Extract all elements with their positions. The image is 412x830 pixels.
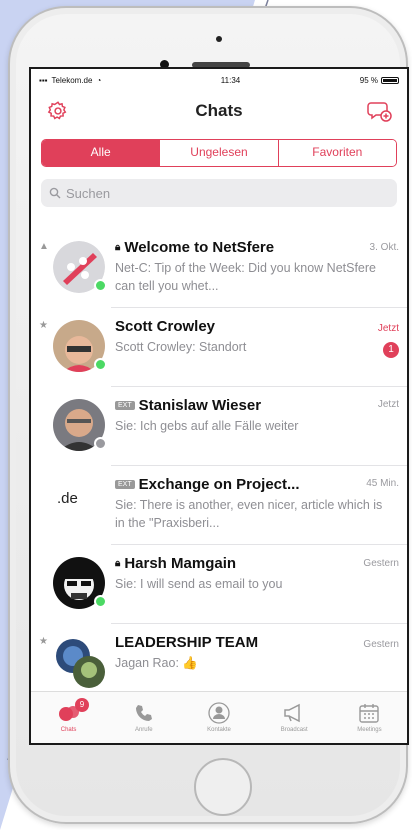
search-icon [49, 187, 61, 199]
chat-title: LEADERSHIP TEAM [115, 634, 259, 651]
new-chat-icon [367, 102, 392, 122]
tab-contacts[interactable]: Kontakte [181, 692, 256, 743]
chat-row[interactable]: ▲ 🔒︎ Welcome to NetSfere 3. Okt. Net-C: T… [31, 229, 407, 308]
online-status-icon [94, 279, 107, 292]
search-placeholder: Suchen [66, 185, 111, 201]
lock-icon: 🔒︎ [115, 242, 121, 253]
chat-preview: Scott Crowley: Standort [115, 340, 247, 354]
contacts-icon [206, 702, 232, 724]
calendar-icon [356, 702, 382, 724]
battery-indicator: 95 % [360, 76, 399, 85]
chat-row[interactable]: EXT Stanislaw Wieser Jetzt Sie: Ich gebs … [31, 387, 407, 466]
settings-button[interactable] [45, 98, 71, 124]
gear-icon [47, 101, 67, 120]
chat-row[interactable]: ★ LEADERSHIP TEAM Gestern Jagan Rao: 👍 [31, 624, 407, 691]
external-tag: EXT [115, 480, 135, 489]
tab-meetings[interactable]: Meetings [332, 692, 407, 743]
chat-preview: Sie: Ich gebs auf alle Fälle weiter [115, 419, 299, 433]
tab-bar: 9 Chats Anrufe Kontakte Broadcast Meetin… [31, 691, 407, 743]
tab-chats[interactable]: 9 Chats [31, 692, 106, 743]
chat-title: Scott Crowley [115, 318, 216, 335]
tab-broadcast[interactable]: Broadcast [257, 692, 332, 743]
tab-calls[interactable]: Anrufe [106, 692, 181, 743]
segment-unread[interactable]: Ungelesen [160, 140, 279, 166]
navigation-bar: Chats [31, 91, 407, 131]
battery-icon [380, 76, 399, 84]
signal-icon: ▪▪▪ [39, 75, 48, 85]
chat-time: Gestern [363, 639, 399, 650]
chat-time: Jetzt [377, 399, 399, 410]
carrier-label: Telekom.de [51, 75, 93, 85]
page-title: Chats [195, 101, 243, 120]
chat-preview: Jagan Rao: 👍 [115, 656, 198, 670]
search-input[interactable]: Suchen [41, 179, 397, 207]
tab-badge: 9 [75, 698, 89, 712]
lock-icon: 🔒︎ [115, 558, 121, 569]
chat-time: Jetzt [377, 323, 399, 334]
tab-label: Anrufe [134, 727, 153, 733]
new-chat-button[interactable] [367, 98, 393, 124]
unread-badge: 1 [383, 342, 399, 358]
home-button[interactable] [194, 758, 252, 816]
chat-preview: Net-C: Tip of the Week: Did you know Net… [115, 261, 376, 293]
wifi-icon: ◔ [96, 75, 102, 85]
chat-title: Stanislaw Wieser [138, 397, 262, 414]
proximity-sensor [216, 36, 222, 42]
chat-time: 3. Okt. [369, 242, 399, 253]
group-avatar [53, 636, 105, 688]
segment-all[interactable]: Alle [42, 140, 161, 166]
chat-preview: Sie: I will send as email to you [115, 577, 283, 591]
chat-row[interactable]: .de EXT Exchange on Project... 45 Min. Si… [31, 466, 407, 545]
chat-preview: Sie: There is another, even nicer, artic… [115, 498, 383, 530]
chat-title: Harsh Mamgain [124, 555, 237, 572]
chat-filter-segmented-control: Alle Ungelesen Favoriten [41, 139, 397, 167]
chat-row[interactable]: ★ Scott Crowley Jetzt Scott Crowley: Sta… [31, 308, 407, 387]
tab-label: Meetings [357, 727, 382, 733]
megaphone-icon [281, 702, 307, 724]
chat-time: 45 Min. [366, 478, 399, 489]
status-bar: ▪▪▪ Telekom.de ◔ 11:34 95 % [31, 69, 407, 91]
chat-list: ▲ 🔒︎ Welcome to NetSfere 3. Okt. Net-C: T… [31, 229, 407, 691]
chat-time: Gestern [363, 558, 399, 569]
chat-title: Exchange on Project... [138, 476, 300, 493]
away-status-icon [94, 437, 107, 450]
segment-favorites[interactable]: Favoriten [278, 140, 396, 166]
phone-icon [131, 702, 157, 724]
chat-row[interactable]: 🔒︎ Harsh Mamgain Gestern Sie: I will send… [31, 545, 407, 624]
tab-label: Broadcast [280, 727, 308, 733]
online-status-icon [94, 358, 107, 371]
avatar-text: .de [57, 490, 78, 507]
status-time: 11:34 [220, 75, 241, 85]
online-status-icon [94, 595, 107, 608]
chat-title: Welcome to NetSfere [124, 239, 275, 256]
battery-percent: 95 % [359, 75, 378, 85]
app-screen: ▪▪▪ Telekom.de ◔ 11:34 95 % Chats Alle U… [29, 67, 409, 745]
external-tag: EXT [115, 401, 135, 410]
tab-label: Chats [60, 727, 77, 733]
tab-label: Kontakte [207, 727, 231, 733]
